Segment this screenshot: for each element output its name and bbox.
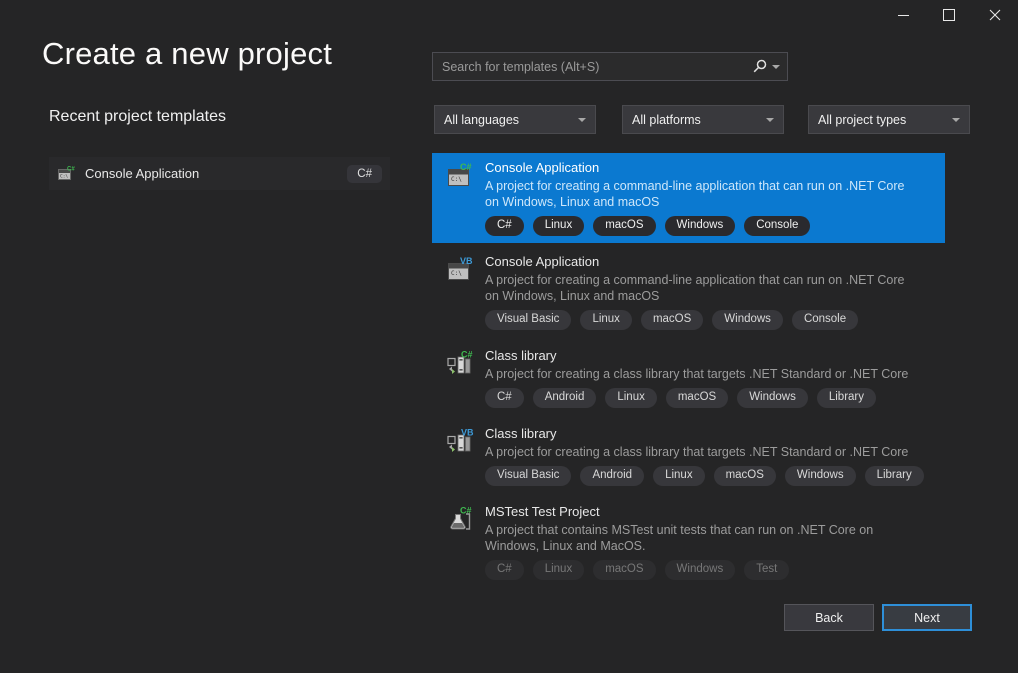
template-name: Class library [485, 348, 908, 363]
template-item-class-library-vb[interactable]: VB Class library A project for creating … [432, 419, 945, 493]
back-button[interactable]: Back [784, 604, 874, 631]
recent-item-console-application[interactable]: C:\ C# Console Application C# [49, 157, 390, 190]
recent-item-label: Console Application [85, 166, 337, 181]
platform-filter-value: All platforms [632, 113, 701, 127]
svg-text:C#: C# [460, 506, 472, 516]
next-button-label: Next [914, 611, 940, 625]
tag: Windows [737, 388, 808, 408]
platform-filter-dropdown[interactable]: All platforms [622, 105, 784, 134]
search-options-caret-icon[interactable] [772, 65, 780, 69]
template-tags: C# Android Linux macOS Windows Library [485, 388, 908, 408]
tag: macOS [593, 216, 655, 236]
next-button[interactable]: Next [882, 604, 972, 631]
tag: Windows [665, 560, 736, 580]
project-type-filter-value: All project types [818, 113, 906, 127]
tag: Console [744, 216, 810, 236]
template-description: A project for creating a command-line ap… [485, 178, 917, 210]
console-csharp-icon: C:\ C# [446, 162, 474, 190]
svg-text:C:\: C:\ [451, 270, 462, 277]
template-tags: C# Linux macOS Windows Test [485, 560, 917, 580]
console-csharp-icon: C:\ C# [57, 165, 75, 183]
mstest-csharp-icon: C# [446, 506, 474, 534]
tag: Linux [533, 216, 585, 236]
search-placeholder: Search for templates (Alt+S) [442, 60, 751, 74]
tag: Windows [665, 216, 736, 236]
tag: macOS [714, 466, 776, 486]
tag: Linux [533, 560, 585, 580]
svg-text:VB: VB [461, 428, 474, 438]
tag: C# [485, 216, 524, 236]
template-description: A project that contains MSTest unit test… [485, 522, 917, 554]
tag: Windows [785, 466, 856, 486]
language-badge: C# [347, 165, 382, 183]
template-name: Console Application [485, 254, 917, 269]
tag: Linux [605, 388, 657, 408]
template-tags: Visual Basic Linux macOS Windows Console [485, 310, 917, 330]
tag: Visual Basic [485, 466, 571, 486]
language-filter-dropdown[interactable]: All languages [434, 105, 596, 134]
console-vb-icon: C:\ VB [446, 256, 474, 284]
tag: Library [865, 466, 924, 486]
svg-text:C#: C# [67, 166, 75, 172]
tag: C# [485, 388, 524, 408]
tag: macOS [593, 560, 655, 580]
tag: Windows [712, 310, 783, 330]
template-description: A project for creating a class library t… [485, 366, 908, 382]
maximize-icon [943, 9, 955, 21]
create-project-dialog: { "header": { "title": "Create a new pro… [0, 0, 1018, 673]
svg-text:C:\: C:\ [451, 176, 462, 183]
search-input[interactable]: Search for templates (Alt+S) [432, 52, 788, 81]
template-list: C:\ C# Console Application A project for… [432, 153, 945, 589]
class-library-vb-icon: VB [446, 428, 474, 456]
close-button[interactable] [972, 0, 1018, 30]
tag: Console [792, 310, 858, 330]
svg-text:C#: C# [461, 350, 473, 360]
template-item-mstest-test-project[interactable]: C# MSTest Test Project A project that co… [432, 497, 945, 587]
tag: macOS [666, 388, 728, 408]
recent-templates-heading: Recent project templates [49, 108, 226, 126]
language-filter-value: All languages [444, 113, 519, 127]
tag: Linux [580, 310, 632, 330]
template-name: MSTest Test Project [485, 504, 917, 519]
project-type-filter-dropdown[interactable]: All project types [808, 105, 970, 134]
template-name: Console Application [485, 160, 917, 175]
template-item-class-library-csharp[interactable]: C# Class library A project for creating … [432, 341, 945, 415]
template-description: A project for creating a class library t… [485, 444, 917, 460]
close-icon [989, 9, 1001, 21]
template-description: A project for creating a command-line ap… [485, 272, 917, 304]
svg-text:C:\: C:\ [60, 173, 68, 179]
svg-text:VB: VB [460, 256, 473, 266]
tag: C# [485, 560, 524, 580]
maximize-button[interactable] [926, 0, 972, 30]
page-title: Create a new project [42, 36, 332, 72]
template-item-console-application-vb[interactable]: C:\ VB Console Application A project for… [432, 247, 945, 337]
minimize-button[interactable] [880, 0, 926, 30]
tag: Android [580, 466, 644, 486]
search-icon[interactable] [751, 59, 767, 75]
tag: Linux [653, 466, 705, 486]
chevron-down-icon [952, 118, 960, 122]
tag: Visual Basic [485, 310, 571, 330]
template-tags: C# Linux macOS Windows Console [485, 216, 917, 236]
chevron-down-icon [766, 118, 774, 122]
tag: macOS [641, 310, 703, 330]
svg-text:C#: C# [460, 162, 472, 172]
template-name: Class library [485, 426, 924, 441]
titlebar [880, 0, 1018, 30]
tag: Android [533, 388, 597, 408]
minimize-icon [898, 15, 909, 16]
template-tags: Visual Basic Android Linux macOS Windows… [485, 466, 924, 486]
chevron-down-icon [578, 118, 586, 122]
tag: Test [744, 560, 789, 580]
class-library-csharp-icon: C# [446, 350, 474, 378]
back-button-label: Back [815, 611, 843, 625]
tag: Library [817, 388, 876, 408]
template-item-console-application-csharp[interactable]: C:\ C# Console Application A project for… [432, 153, 945, 243]
